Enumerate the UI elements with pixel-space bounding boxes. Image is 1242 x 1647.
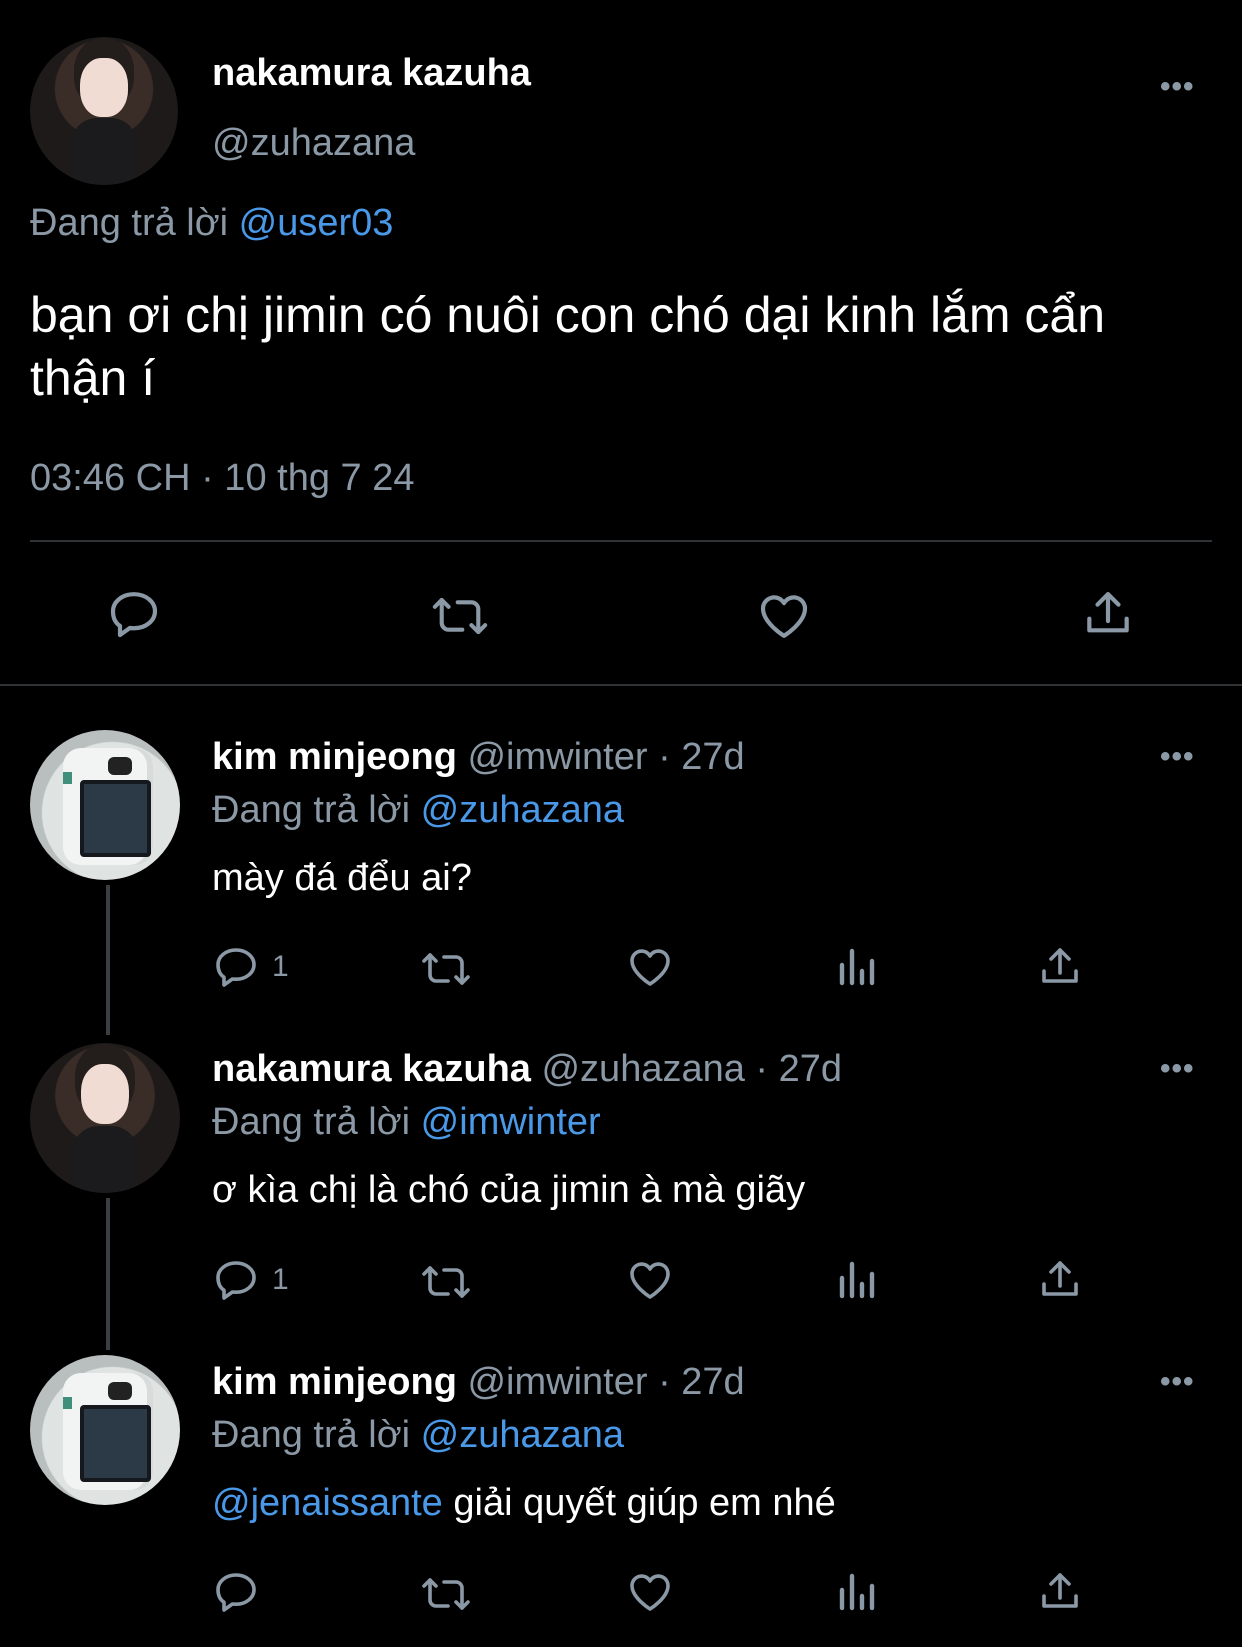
divider [0,684,1242,686]
like-icon[interactable] [626,1256,674,1304]
replying-to-mention[interactable]: @zuhazana [421,1414,624,1456]
reply-count: 1 [272,1263,289,1296]
more-icon[interactable]: ••• [1160,70,1195,104]
author-name[interactable]: kim minjeong [212,736,457,778]
more-icon[interactable]: ••• [1160,1052,1195,1086]
share-icon[interactable] [1036,1256,1084,1304]
author-handle[interactable]: @zuhazana [212,122,415,165]
author-handle[interactable]: @zuhazana · 27d [541,1048,842,1090]
avatar[interactable] [30,730,180,880]
views-icon[interactable] [832,1568,880,1616]
retweet-icon[interactable] [418,945,474,993]
avatar[interactable] [30,37,178,185]
replying-to: Đang trả lời @zuhazana [212,789,625,831]
reply-header: kim minjeong @imwinter · 27d [212,736,745,779]
reply-icon[interactable] [212,1256,260,1304]
replying-to-mention[interactable]: @imwinter [421,1101,601,1143]
avatar-camera-lens [108,1382,132,1400]
reply-count: 1 [272,950,289,983]
tweet-text: @jenaissante giải quyết giúp em nhé [212,1482,836,1524]
avatar-camera-light [63,772,72,784]
like-icon[interactable] [626,1568,674,1616]
reply-header: nakamura kazuha @zuhazana · 27d [212,1048,842,1091]
reply-header: kim minjeong @imwinter · 27d [212,1361,745,1404]
thread-connector [106,1198,110,1350]
share-icon[interactable] [1036,943,1084,991]
author-name[interactable]: kim minjeong [212,1361,457,1403]
retweet-icon[interactable] [428,588,492,644]
share-icon[interactable] [1036,1568,1084,1616]
like-icon[interactable] [756,588,812,644]
reply-icon[interactable] [212,1568,260,1616]
author-name[interactable]: nakamura kazuha [212,52,531,95]
views-icon[interactable] [832,943,880,991]
replying-to: Đang trả lời @user03 [30,202,394,244]
share-icon[interactable] [1080,586,1136,642]
tweet-text: bạn ơi chị jimin có nuôi con chó dại kin… [30,287,1106,406]
avatar[interactable] [30,1043,180,1193]
avatar[interactable] [30,1355,180,1505]
replying-to-mention[interactable]: @user03 [239,202,394,244]
retweet-icon[interactable] [418,1258,474,1306]
text-mention[interactable]: @jenaissante [212,1482,443,1524]
author-handle[interactable]: @imwinter · 27d [467,1361,744,1403]
like-icon[interactable] [626,943,674,991]
replying-to: Đang trả lời @zuhazana [212,1414,625,1456]
more-icon[interactable]: ••• [1160,1365,1195,1399]
views-icon[interactable] [832,1256,880,1304]
author-name[interactable]: nakamura kazuha [212,1048,531,1090]
tweet-text: mày đá đểu ai? [212,857,472,899]
divider [30,540,1212,542]
replying-to: Đang trả lời @imwinter [212,1101,601,1143]
retweet-icon[interactable] [418,1570,474,1618]
avatar-camera-light [63,1397,72,1409]
avatar-camera-lens [108,757,132,775]
reply-icon[interactable] [106,586,162,642]
tweet-timestamp[interactable]: 03:46 CH · 10 thg 7 24 [30,457,414,500]
avatar-camera-screen [79,1404,151,1482]
reply-icon[interactable] [212,943,260,991]
avatar-camera-screen [79,779,151,857]
tweet-text: ơ kìa chị là chó của jimin à mà giãy [212,1169,806,1211]
more-icon[interactable]: ••• [1160,740,1195,774]
author-handle[interactable]: @imwinter · 27d [467,736,744,778]
replying-to-mention[interactable]: @zuhazana [421,789,624,831]
thread-connector [106,885,110,1035]
